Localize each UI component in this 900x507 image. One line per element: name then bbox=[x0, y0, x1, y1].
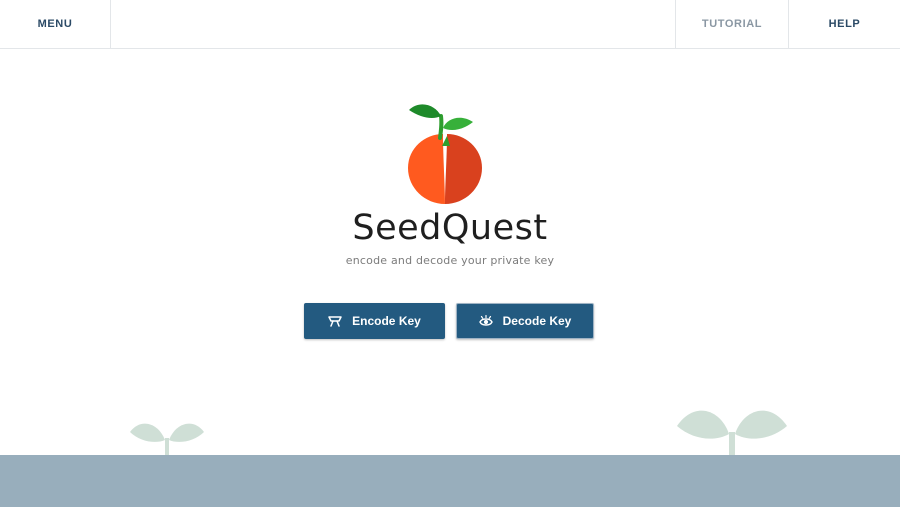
nav-tutorial-button[interactable]: TUTORIAL bbox=[675, 0, 788, 48]
sprout-decoration-left bbox=[130, 423, 204, 456]
top-nav-bar: MENU TUTORIAL HELP bbox=[0, 0, 900, 49]
eye-icon bbox=[478, 315, 493, 326]
decode-key-label: Decode Key bbox=[502, 314, 572, 328]
nav-help-button[interactable]: HELP bbox=[788, 0, 900, 48]
nav-menu-button[interactable]: MENU bbox=[0, 0, 111, 48]
app-root: MENU TUTORIAL HELP SeedQuest encode and … bbox=[0, 0, 900, 507]
sprout-decoration-right bbox=[677, 410, 787, 456]
encode-key-button[interactable]: Encode Key bbox=[304, 303, 445, 339]
ground-strip bbox=[0, 455, 900, 507]
app-subtitle: encode and decode your private key bbox=[345, 254, 555, 267]
sprouting-seed-logo bbox=[408, 104, 482, 204]
decode-key-button[interactable]: Decode Key bbox=[456, 303, 594, 339]
encode-icon bbox=[328, 316, 342, 327]
app-title: SeedQuest bbox=[352, 208, 548, 248]
encode-key-label: Encode Key bbox=[352, 314, 421, 328]
